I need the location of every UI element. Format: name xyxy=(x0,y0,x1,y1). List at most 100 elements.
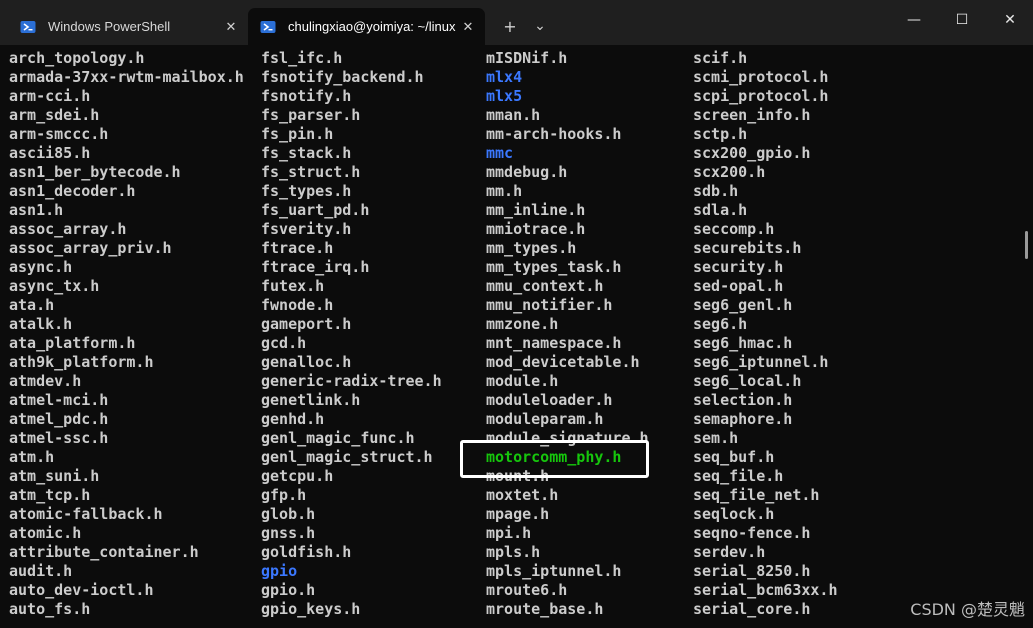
file-entry: fwnode.h xyxy=(261,296,334,314)
file-entry: genl_magic_struct.h xyxy=(261,448,433,466)
file-entry: seq_file_net.h xyxy=(693,486,820,504)
file-entry: mpage.h xyxy=(486,505,550,523)
tab-linux-shell[interactable]: chulingxiao@yoimiya: ~/linux ✕ xyxy=(248,8,485,45)
powershell-icon xyxy=(260,19,276,35)
file-entry: scmi_protocol.h xyxy=(693,68,829,86)
file-entry: atmdev.h xyxy=(9,372,82,390)
file-entry: arch_topology.h xyxy=(9,49,145,67)
highlight-box xyxy=(460,440,649,478)
file-entry: fs_struct.h xyxy=(261,163,361,181)
file-entry: assoc_array_priv.h xyxy=(9,239,172,257)
file-entry: mm.h xyxy=(486,182,523,200)
file-entry: attribute_container.h xyxy=(9,543,199,561)
file-entry: mm_types_task.h xyxy=(486,258,622,276)
file-entry: sem.h xyxy=(693,429,739,447)
file-entry: fsverity.h xyxy=(261,220,352,238)
terminal-output[interactable]: arch_topology.h armada-37xx-rwtm-mailbox.… xyxy=(0,45,1020,628)
file-entry: arm-cci.h xyxy=(9,87,91,105)
file-entry: async.h xyxy=(9,258,73,276)
file-entry: seccomp.h xyxy=(693,220,775,238)
file-entry: ascii85.h xyxy=(9,144,91,162)
file-entry: atm_suni.h xyxy=(9,467,100,485)
file-entry: arm_sdei.h xyxy=(9,106,100,124)
file-entry: mroute6.h xyxy=(486,581,568,599)
file-entry: seg6_iptunnel.h xyxy=(693,353,829,371)
tab-title: Windows PowerShell xyxy=(48,19,171,34)
file-entry: serial_core.h xyxy=(693,600,811,618)
file-entry: ftrace.h xyxy=(261,239,334,257)
file-entry: serial_8250.h xyxy=(693,562,811,580)
file-entry: sctp.h xyxy=(693,125,748,143)
file-entry: ftrace_irq.h xyxy=(261,258,370,276)
file-entry: mman.h xyxy=(486,106,541,124)
file-entry: atmel-ssc.h xyxy=(9,429,109,447)
file-entry: gnss.h xyxy=(261,524,316,542)
file-entry: fs_uart_pd.h xyxy=(261,201,370,219)
file-entry: mroute_base.h xyxy=(486,600,604,618)
file-entry: async_tx.h xyxy=(9,277,100,295)
file-entry: fs_parser.h xyxy=(261,106,361,124)
file-entry: ata.h xyxy=(9,296,55,314)
file-entry: security.h xyxy=(693,258,784,276)
file-entry: mm_inline.h xyxy=(486,201,586,219)
minimize-button[interactable]: — xyxy=(891,0,937,40)
file-entry: seqno-fence.h xyxy=(693,524,811,542)
close-icon[interactable]: ✕ xyxy=(222,18,240,36)
file-entry: seq_buf.h xyxy=(693,448,775,466)
file-entry: moduleloader.h xyxy=(486,391,613,409)
file-entry: gcd.h xyxy=(261,334,307,352)
directory-entry: gpio xyxy=(261,562,298,580)
file-entry: fs_stack.h xyxy=(261,144,352,162)
close-window-button[interactable]: ✕ xyxy=(987,0,1033,40)
file-entry: atalk.h xyxy=(9,315,73,333)
file-entry: serdev.h xyxy=(693,543,766,561)
file-entry: getcpu.h xyxy=(261,467,334,485)
file-entry: mmzone.h xyxy=(486,315,559,333)
file-entry: mm_types.h xyxy=(486,239,577,257)
file-entry: gameport.h xyxy=(261,315,352,333)
scrollbar-thumb[interactable] xyxy=(1025,231,1028,259)
file-entry: mmu_context.h xyxy=(486,277,604,295)
file-entry: screen_info.h xyxy=(693,106,811,124)
file-entry: auto_dev-ioctl.h xyxy=(9,581,154,599)
file-entry: auto_fs.h xyxy=(9,600,91,618)
file-entry: atm.h xyxy=(9,448,55,466)
new-tab-button[interactable]: + xyxy=(495,11,525,41)
file-entry: futex.h xyxy=(261,277,325,295)
file-entry: arm-smccc.h xyxy=(9,125,109,143)
file-entry: genl_magic_func.h xyxy=(261,429,415,447)
listing-column: fsl_ifc.h fsnotify_backend.h fsnotify.h fs_… xyxy=(261,49,442,619)
file-entry: scx200.h xyxy=(693,163,766,181)
file-entry: fs_types.h xyxy=(261,182,352,200)
file-entry: fsnotify.h xyxy=(261,87,352,105)
file-entry: mod_devicetable.h xyxy=(486,353,640,371)
directory-entry: mlx4 xyxy=(486,68,523,86)
file-entry: scx200_gpio.h xyxy=(693,144,811,162)
file-entry: gpio.h xyxy=(261,581,316,599)
powershell-icon xyxy=(20,19,36,35)
file-entry: moduleparam.h xyxy=(486,410,604,428)
file-entry: seg6_local.h xyxy=(693,372,802,390)
title-bar: Windows PowerShell ✕ chulingxiao@yoimiya… xyxy=(0,0,1033,45)
file-entry: asn1_ber_bytecode.h xyxy=(9,163,181,181)
listing-column: arch_topology.h armada-37xx-rwtm-mailbox.… xyxy=(9,49,244,619)
maximize-button[interactable]: ☐ xyxy=(939,0,985,40)
file-entry: mpls.h xyxy=(486,543,541,561)
file-entry: atmel_pdc.h xyxy=(9,410,109,428)
file-entry: mISDNif.h xyxy=(486,49,568,67)
file-entry: module.h xyxy=(486,372,559,390)
tab-windows-powershell[interactable]: Windows PowerShell ✕ xyxy=(8,8,248,45)
file-entry: seg6_genl.h xyxy=(693,296,793,314)
file-entry: atmel-mci.h xyxy=(9,391,109,409)
file-entry: mmu_notifier.h xyxy=(486,296,613,314)
file-entry: atomic.h xyxy=(9,524,82,542)
file-entry: genetlink.h xyxy=(261,391,361,409)
close-icon[interactable]: ✕ xyxy=(459,18,477,36)
file-entry: armada-37xx-rwtm-mailbox.h xyxy=(9,68,244,86)
chevron-down-icon[interactable]: ⌄ xyxy=(525,11,555,41)
file-entry: sdla.h xyxy=(693,201,748,219)
file-entry: scif.h xyxy=(693,49,748,67)
directory-entry: mlx5 xyxy=(486,87,523,105)
file-entry: asn1_decoder.h xyxy=(9,182,136,200)
file-entry: ath9k_platform.h xyxy=(9,353,154,371)
